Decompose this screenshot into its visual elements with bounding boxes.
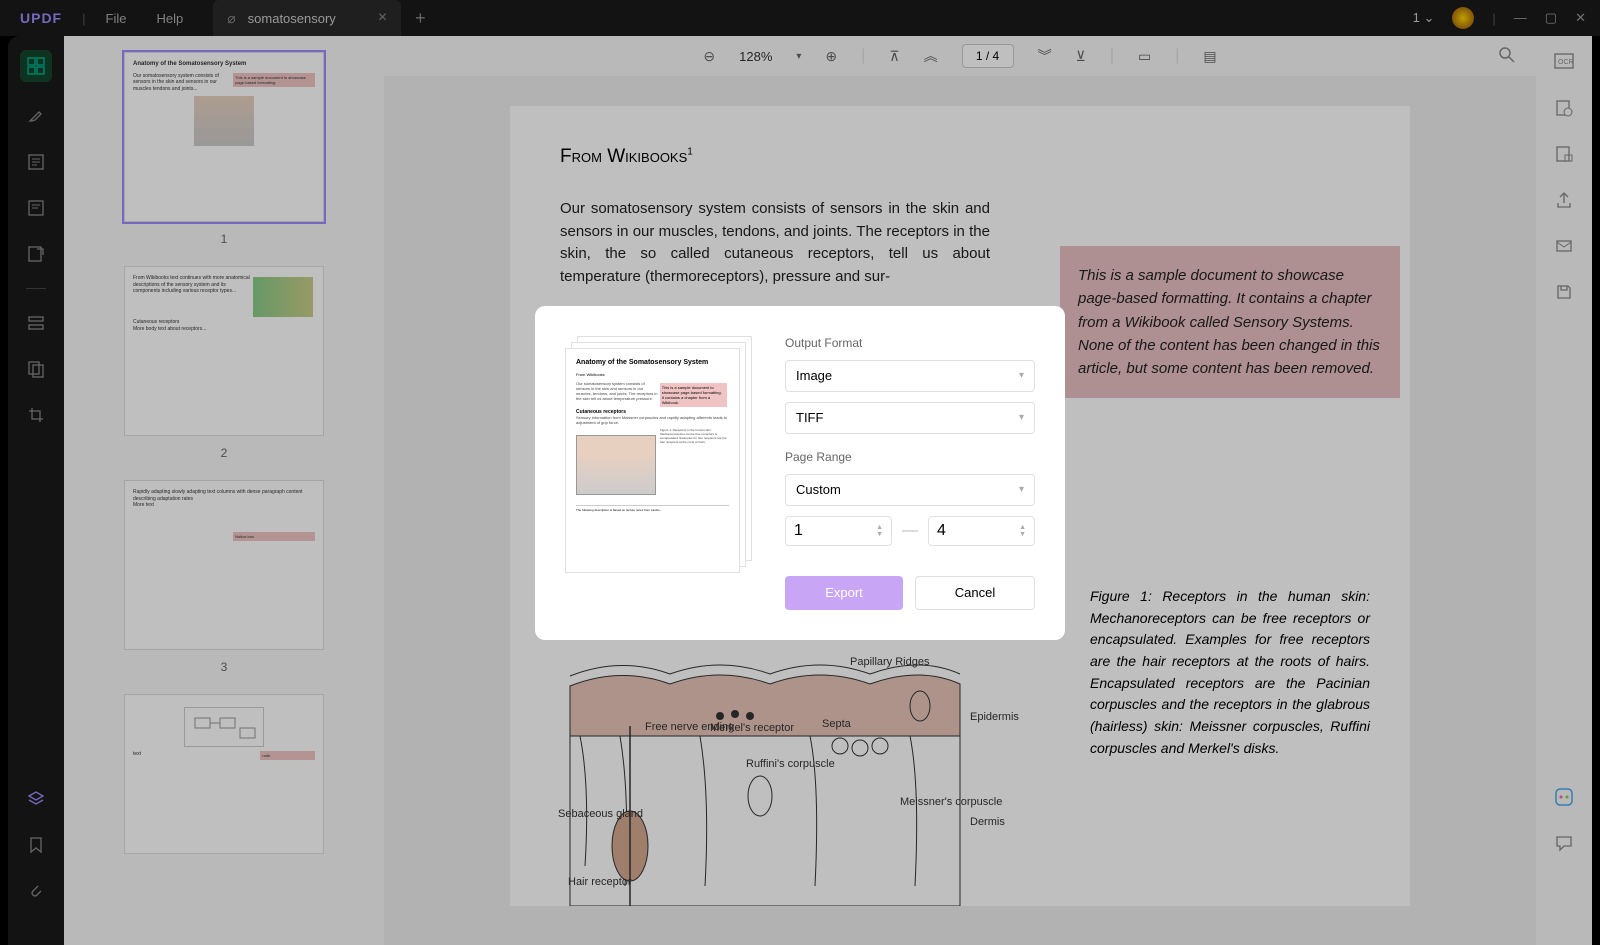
cancel-button[interactable]: Cancel [915,576,1035,610]
output-format-label: Output Format [785,336,1035,350]
export-dialog: Anatomy of the Somatosensory System From… [535,306,1065,640]
format-select[interactable]: Image [785,360,1035,392]
range-separator: — [902,522,918,540]
range-from-input[interactable]: 1▲▼ [785,516,892,546]
modal-overlay: Anatomy of the Somatosensory System From… [0,0,1600,945]
page-range-label: Page Range [785,450,1035,464]
filetype-select[interactable]: TIFF [785,402,1035,434]
export-preview: Anatomy of the Somatosensory System From… [565,336,755,576]
export-button[interactable]: Export [785,576,903,610]
export-form: Output Format Image TIFF Page Range Cust… [785,336,1035,610]
range-select[interactable]: Custom [785,474,1035,506]
range-to-input[interactable]: 4▲▼ [928,516,1035,546]
